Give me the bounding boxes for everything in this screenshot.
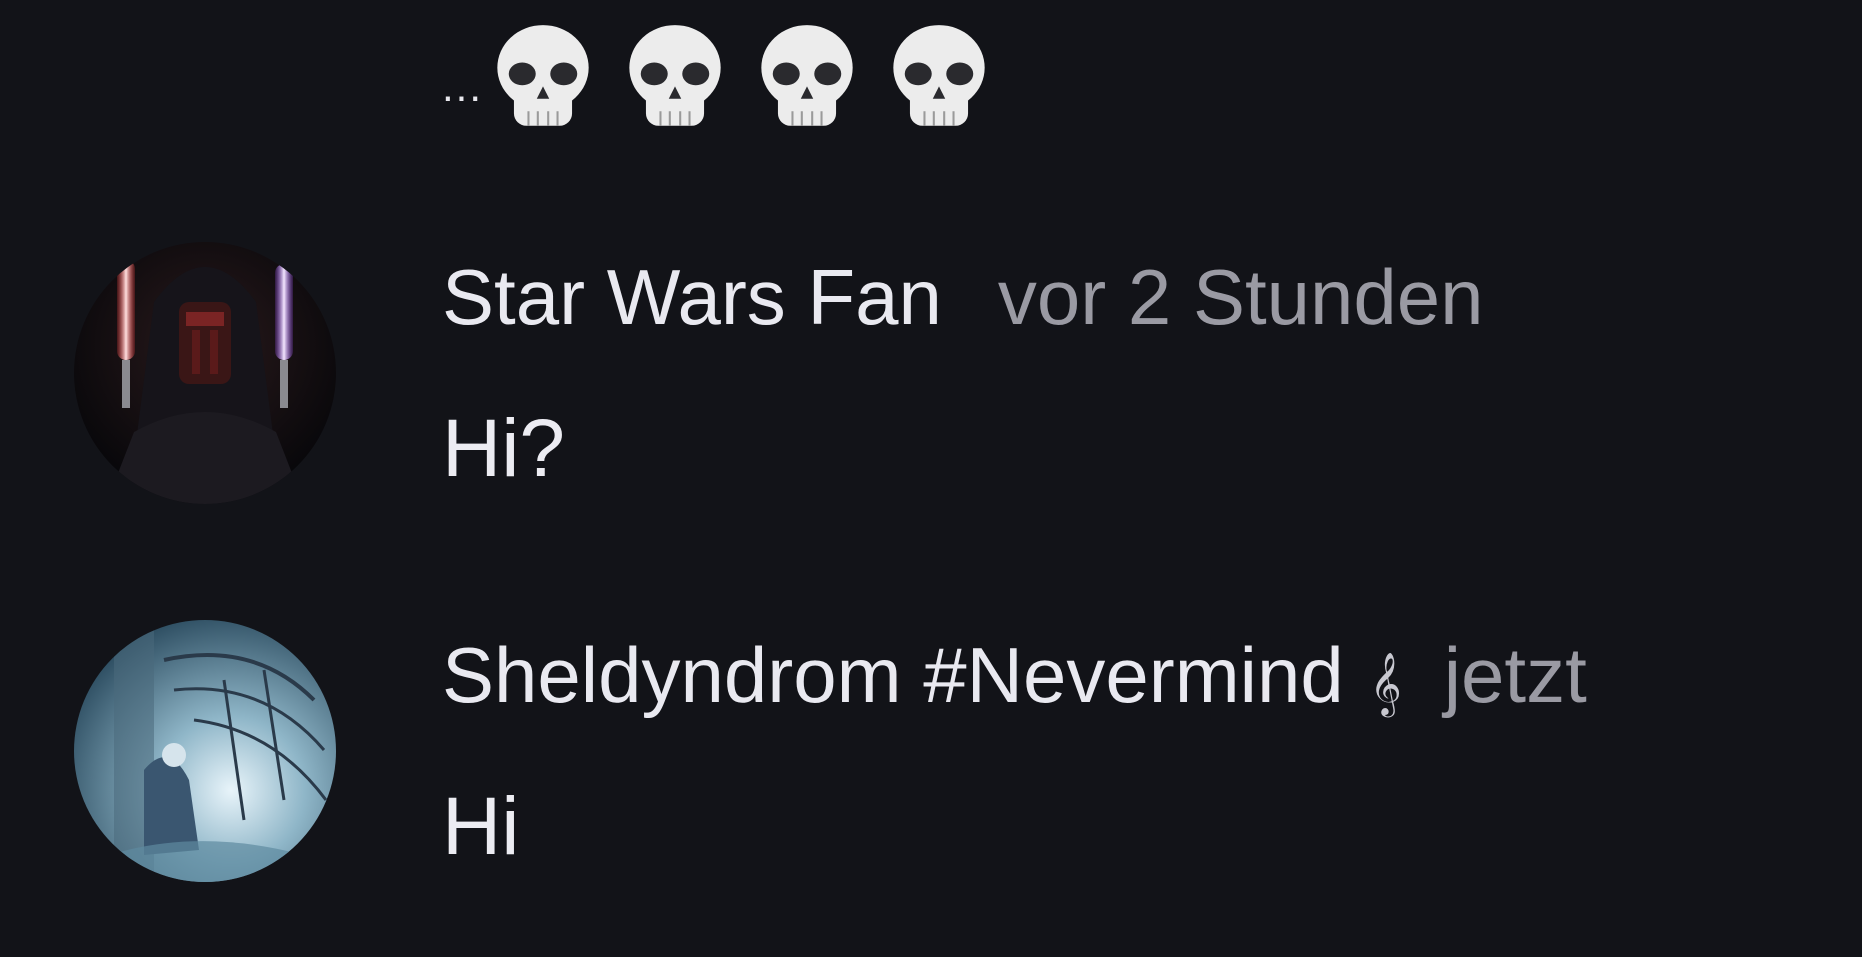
- message-header: Sheldyndrom #Nevermind 𝄞 jetzt: [442, 630, 1587, 721]
- message-text: Hi?: [442, 403, 566, 494]
- treble-clef-icon: 𝄞: [1369, 652, 1402, 715]
- fantasy-art-avatar-image: [74, 620, 336, 882]
- username[interactable]: Star Wars Fan: [442, 252, 942, 343]
- username[interactable]: Sheldyndrom #Nevermind: [442, 630, 1344, 721]
- avatar[interactable]: [74, 242, 336, 504]
- message-text: Hi: [442, 781, 520, 872]
- skull-icon: [629, 25, 721, 126]
- skull-icon: [497, 25, 589, 126]
- message-header: Star Wars Fan vor 2 Stunden: [442, 252, 1484, 343]
- sith-lord-avatar-image: [74, 242, 336, 504]
- previous-message: ...: [442, 12, 1019, 142]
- timestamp: vor 2 Stunden: [997, 253, 1484, 341]
- skull-icon: [893, 25, 985, 126]
- previous-message-text: ...: [442, 63, 484, 110]
- timestamp: jetzt: [1443, 631, 1587, 719]
- skull-icon: [761, 25, 853, 126]
- avatar[interactable]: [74, 620, 336, 882]
